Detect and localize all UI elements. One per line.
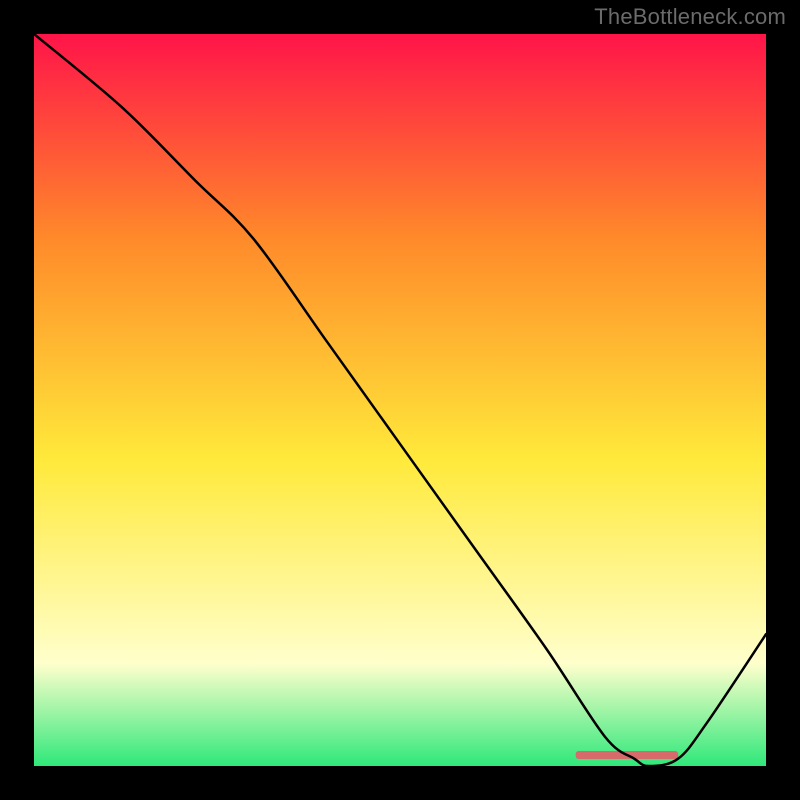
chart-frame: TheBottleneck.com xyxy=(0,0,800,800)
plot-area xyxy=(34,34,766,766)
chart-svg xyxy=(34,34,766,766)
watermark-text: TheBottleneck.com xyxy=(594,4,786,30)
gradient-background xyxy=(34,34,766,766)
